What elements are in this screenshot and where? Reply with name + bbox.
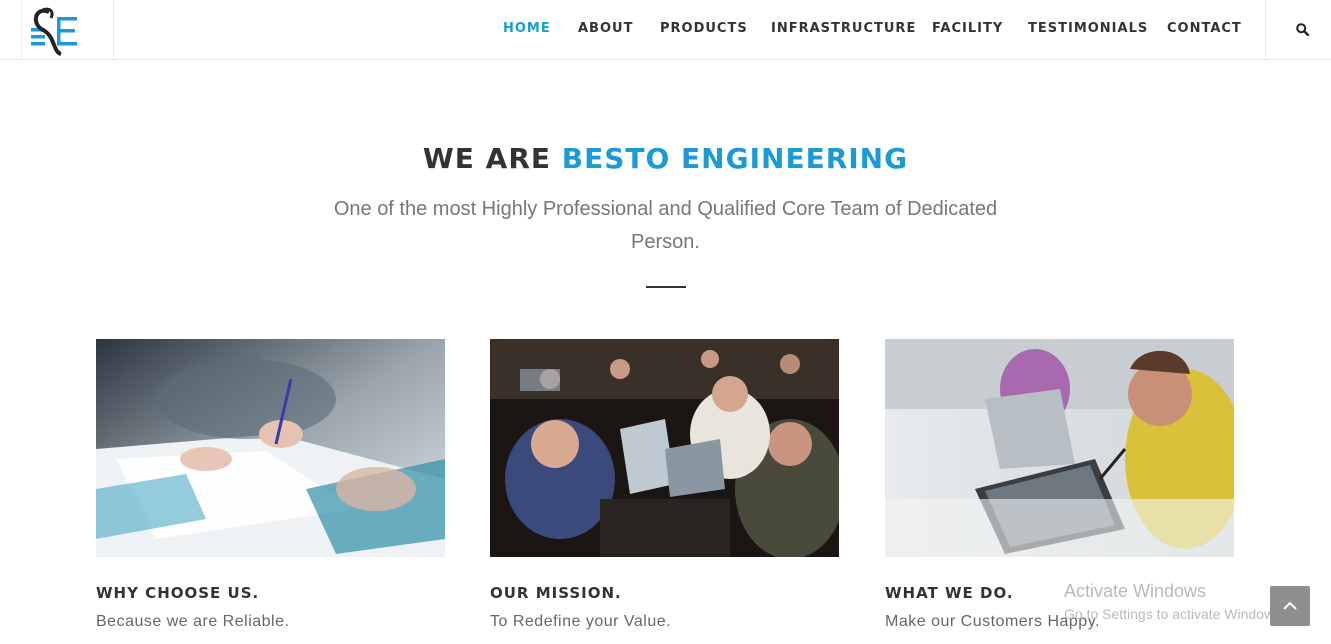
card-our-mission: OUR MISSION. To Redefine your Value. (490, 339, 839, 630)
card-title: WHY CHOOSE US. (96, 584, 260, 602)
search-button[interactable] (1265, 0, 1331, 59)
card-text: Because we are Reliable. (96, 613, 290, 630)
card-image-documents (96, 339, 445, 557)
chevron-up-icon (1283, 601, 1297, 610)
nav-testimonials[interactable]: TESTIMONIALS (1028, 21, 1148, 36)
search-icon (1296, 23, 1309, 36)
section-title-accent: BESTO ENGINEERING (561, 142, 909, 175)
card-title: WHAT WE DO. (885, 584, 1014, 602)
nav-contact[interactable]: CONTACT (1167, 21, 1242, 36)
watermark-title: Activate Windows (1064, 581, 1207, 601)
site-header: HOME ABOUT PRODUCTS INFRASTRUCTURE FACIL… (0, 0, 1331, 60)
card-title: OUR MISSION. (490, 584, 622, 602)
section-title-prefix: WE ARE (422, 142, 562, 175)
back-to-top-button[interactable] (1270, 586, 1310, 626)
section-divider (646, 286, 686, 288)
logo-mark (31, 7, 77, 56)
nav-facility[interactable]: FACILITY (932, 21, 1003, 36)
nav-home[interactable]: HOME (503, 21, 551, 36)
card-what-we-do: WHAT WE DO. Make our Customers Happy. (885, 339, 1234, 630)
logo[interactable] (21, 0, 114, 59)
nav-about[interactable]: ABOUT (578, 21, 633, 36)
section-title: WE ARE BESTO ENGINEERING (0, 141, 1331, 177)
section-subtitle: One of the most Highly Professional and … (333, 198, 998, 253)
card-text: To Redefine your Value. (490, 613, 672, 630)
card-image-designer-tablet (885, 339, 1234, 557)
nav-infrastructure[interactable]: INFRASTRUCTURE (771, 21, 916, 36)
card-image-team-meeting (490, 339, 839, 557)
card-why-choose-us: WHY CHOOSE US. Because we are Reliable. (96, 339, 445, 630)
card-text: Make our Customers Happy. (885, 613, 1100, 630)
nav-products[interactable]: PRODUCTS (660, 21, 748, 36)
